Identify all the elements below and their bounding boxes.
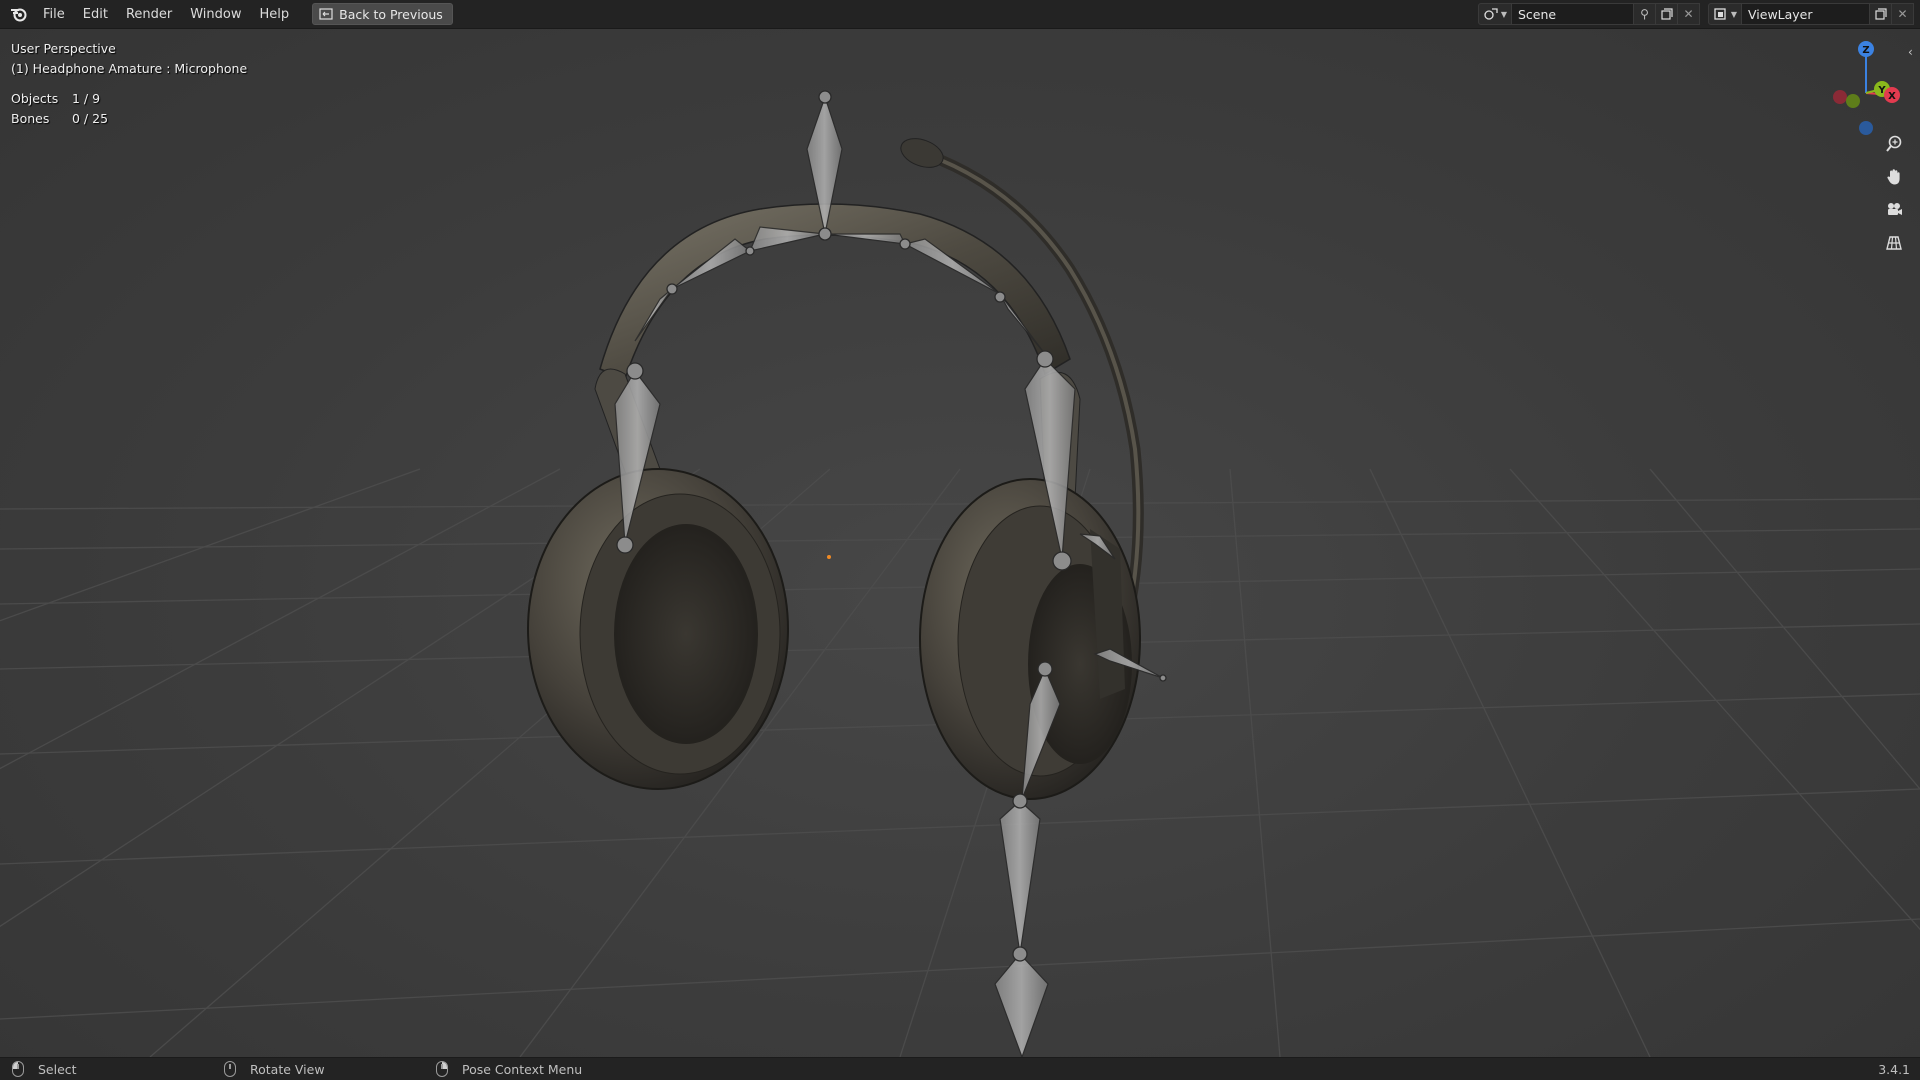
view-name: User Perspective <box>11 41 116 56</box>
pin-icon: ⚲ <box>1640 7 1649 21</box>
scene-browse-button[interactable]: ▼ <box>1478 3 1512 25</box>
new-scene-button[interactable] <box>1656 3 1678 25</box>
scene-selector: ▼ Scene ⚲ ✕ <box>1478 3 1700 25</box>
delete-scene-button[interactable]: ✕ <box>1678 3 1700 25</box>
status-context-label: Pose Context Menu <box>462 1061 583 1077</box>
blender-logo-icon[interactable] <box>4 0 34 29</box>
viewport-info: User Perspective (1) Headphone Amature :… <box>11 39 247 79</box>
view-layer-icon <box>1714 8 1726 20</box>
pin-scene-button[interactable]: ⚲ <box>1634 3 1656 25</box>
chevron-down-icon: ▼ <box>1730 9 1738 19</box>
gizmo-y-label: Y <box>1877 85 1886 96</box>
viewport-scene <box>0 90 1920 1057</box>
view-layer-name: ViewLayer <box>1748 6 1813 22</box>
mouse-middle-icon <box>224 1061 236 1077</box>
delete-view-layer-button[interactable]: ✕ <box>1892 3 1914 25</box>
gizmo-neg-y[interactable] <box>1846 94 1860 108</box>
menu-file[interactable]: File <box>34 0 74 29</box>
menu-window[interactable]: Window <box>181 0 250 29</box>
scene-name-field[interactable]: Scene <box>1512 3 1634 25</box>
bones-value: 0 / 25 <box>72 111 109 126</box>
status-bar: Select Rotate View Pose Context Menu 3.4… <box>0 1057 1920 1080</box>
hand-pan-icon <box>1887 169 1900 185</box>
active-object-name: (1) Headphone Amature : Microphone <box>11 61 248 76</box>
back-icon <box>319 8 333 20</box>
view-layer-browse-button[interactable]: ▼ <box>1708 3 1742 25</box>
bones-label: Bones <box>11 111 50 126</box>
status-select-hint: Select <box>12 1061 77 1077</box>
objects-label: Objects <box>11 91 59 106</box>
chevron-down-icon: ▼ <box>1500 9 1508 19</box>
menu-edit[interactable]: Edit <box>74 0 117 29</box>
gizmo-x-label: X <box>1888 91 1896 102</box>
scene-name: Scene <box>1518 6 1557 22</box>
3d-viewport[interactable]: User Perspective (1) Headphone Amature :… <box>0 29 1920 1057</box>
camera-view-button[interactable] <box>1878 195 1910 225</box>
back-to-previous-button[interactable]: Back to Previous <box>312 3 453 25</box>
status-select-label: Select <box>38 1061 77 1077</box>
gizmo-z-label: Z <box>1862 45 1869 56</box>
gizmo-neg-x[interactable] <box>1833 90 1847 104</box>
mouse-right-icon <box>436 1061 448 1077</box>
scene-icon <box>1484 8 1498 20</box>
duplicate-icon <box>1874 8 1887 20</box>
scene-statistics: Objects 1 / 9 Bones 0 / 25 <box>11 89 108 129</box>
status-context-hint: Pose Context Menu <box>436 1061 582 1077</box>
zoom-icon <box>1886 135 1902 152</box>
menu-help[interactable]: Help <box>251 0 299 29</box>
zoom-button[interactable] <box>1878 129 1910 159</box>
objects-stat: Objects 1 / 9 <box>11 89 108 109</box>
mouse-left-icon <box>12 1061 24 1077</box>
status-rotate-label: Rotate View <box>250 1061 325 1077</box>
camera-icon <box>1888 203 1902 215</box>
pan-button[interactable] <box>1878 162 1910 192</box>
close-icon: ✕ <box>1683 7 1694 21</box>
navigation-gizmo[interactable]: Z Y X <box>1810 37 1920 137</box>
status-rotate-hint: Rotate View <box>224 1061 325 1077</box>
top-bar: File Edit Render Window Help Back to Pre… <box>0 0 1920 29</box>
menu-render[interactable]: Render <box>117 0 181 29</box>
toggle-ortho-button[interactable] <box>1878 228 1910 258</box>
duplicate-icon <box>1660 8 1673 20</box>
bones-stat: Bones 0 / 25 <box>11 109 108 129</box>
gizmo-neg-z[interactable] <box>1859 121 1873 135</box>
grid-ortho-icon <box>1886 236 1902 250</box>
version-label: 3.4.1 <box>1878 1062 1910 1077</box>
view-layer-name-field[interactable]: ViewLayer <box>1742 3 1870 25</box>
objects-value: 1 / 9 <box>72 91 101 106</box>
close-icon: ✕ <box>1897 7 1908 21</box>
view-layer-selector: ▼ ViewLayer ✕ <box>1708 3 1914 25</box>
new-view-layer-button[interactable] <box>1870 3 1892 25</box>
object-origin-dot <box>827 555 831 559</box>
back-to-previous-label: Back to Previous <box>339 6 443 22</box>
